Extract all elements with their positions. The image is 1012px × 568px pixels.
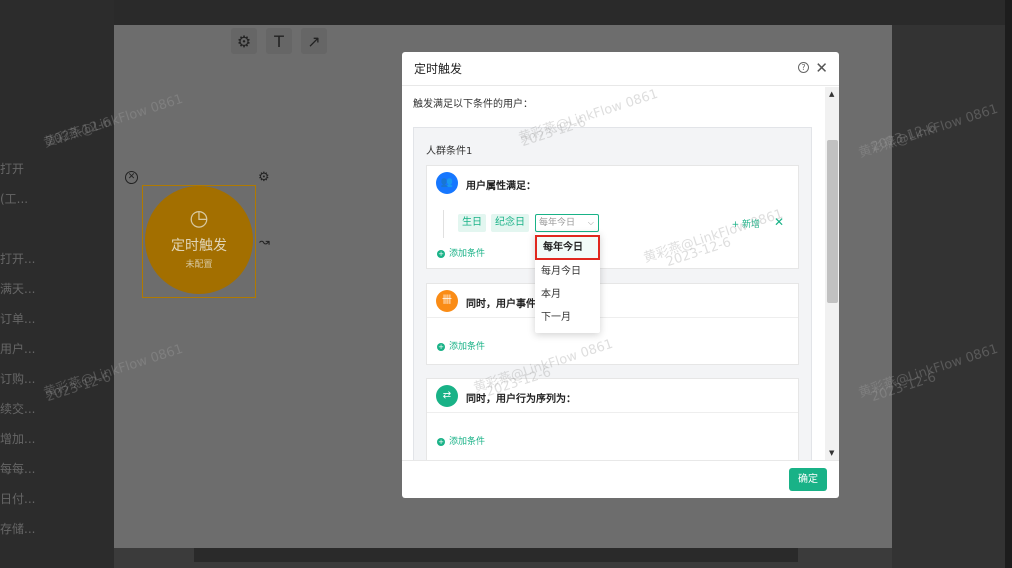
sidebar-item[interactable]: (工... [0, 190, 40, 207]
card-label: 同时，用户事件 [466, 299, 536, 310]
timer-trigger-dialog: 定时触发 ? ✕ 触发满足以下条件的用户： 人群条件1 👥 用户属性满足： 生日… [402, 52, 839, 498]
new-button[interactable]: + 新增 [732, 217, 760, 230]
add-condition-label: 添加条件 [449, 249, 486, 259]
crowd-condition-group: 人群条件1 👥 用户属性满足： 生日 纪念日 每年今日 ⌵ + 新增 ✕ + 添加… [413, 127, 812, 460]
dropdown-option-this-month[interactable]: 本月 [535, 284, 600, 306]
dialog-footer: 确定 [402, 460, 839, 498]
text-tool-icon[interactable]: T [266, 28, 292, 54]
users-icon: 👥 [436, 172, 458, 194]
add-condition-label: 添加条件 [449, 342, 486, 352]
dialog-body: 触发满足以下条件的用户： 人群条件1 👥 用户属性满足： 生日 纪念日 每年今日… [402, 87, 825, 460]
window-edge [1005, 0, 1012, 568]
arrow-tool-icon[interactable]: ↗ [301, 28, 327, 54]
plus-icon: + [731, 220, 740, 230]
sidebar-item[interactable]: 用户... [0, 340, 40, 357]
sidebar-item[interactable]: 日付... [0, 490, 40, 507]
group-title: 人群条件1 [426, 146, 473, 157]
scroll-down-icon[interactable]: ▼ [829, 449, 834, 457]
node-subtitle: 未配置 [185, 260, 213, 270]
scroll-thumb[interactable] [827, 140, 838, 303]
close-icon[interactable]: ✕ [774, 215, 784, 229]
user-attribute-card: 👥 用户属性满足： 生日 纪念日 每年今日 ⌵ + 新增 ✕ + 添加条件 [426, 165, 799, 269]
card-header: 卌 同时，用户事件 [427, 284, 798, 318]
sidebar-item[interactable]: 订购... [0, 370, 40, 387]
sidebar-item[interactable]: 订单... [0, 310, 40, 327]
dropdown-option-yearly[interactable]: 每年今日 [535, 235, 600, 260]
sidebar-item[interactable]: 续交... [0, 400, 40, 417]
close-icon[interactable]: ✕ [815, 59, 828, 77]
date-select-dropdown: 每年今日 每月今日 本月 下一月 [535, 233, 600, 333]
select-value: 每年今日 [539, 218, 576, 228]
link-icon[interactable]: ↝ [259, 235, 270, 250]
canvas-scroll-track[interactable] [194, 548, 798, 562]
add-condition-button[interactable]: + 添加条件 [437, 339, 485, 352]
dropdown-option-monthly[interactable]: 每月今日 [535, 261, 600, 283]
plus-icon: + [437, 437, 445, 446]
dialog-title: 定时触发 [414, 62, 463, 76]
event-icon: 卌 [436, 290, 458, 312]
plus-icon: + [437, 342, 445, 351]
card-label: 用户属性满足： [466, 181, 536, 192]
sidebar-item[interactable]: 打开... [0, 250, 40, 267]
timer-trigger-node[interactable]: ◷ 定时触发 未配置 [145, 186, 253, 294]
app-sidebar: 打开 (工... 打开... 满天... 订单... 用户... 订购... 续… [0, 0, 114, 568]
help-icon[interactable]: ? [798, 62, 809, 73]
intro-text: 触发满足以下条件的用户： [413, 99, 533, 110]
gear-icon[interactable]: ⚙ [258, 170, 270, 185]
scroll-up-icon[interactable]: ▲ [829, 90, 834, 98]
add-condition-button[interactable]: + 添加条件 [437, 246, 485, 259]
behavior-sequence-card: ⇄ 同时，用户行为序列为： + 添加条件 [426, 378, 799, 460]
plus-icon: + [437, 249, 445, 258]
app-top-bar: 导入 [0, 0, 1012, 25]
sidebar-item[interactable]: 满天... [0, 280, 40, 297]
condition-connector [443, 210, 444, 238]
add-condition-label: 添加条件 [449, 437, 486, 447]
sidebar-item[interactable]: 打开 [0, 160, 40, 177]
user-event-card: 卌 同时，用户事件 + 添加条件 [426, 283, 799, 365]
dialog-scrollbar[interactable]: ▲ ▼ [825, 87, 839, 460]
clock-icon: ◷ [189, 206, 209, 231]
sequence-icon: ⇄ [436, 385, 458, 407]
birthday-tag[interactable]: 生日 [458, 214, 486, 232]
confirm-button[interactable]: 确定 [789, 468, 827, 491]
date-select[interactable]: 每年今日 ⌵ [535, 214, 599, 232]
chevron-down-icon: ⌵ [587, 218, 594, 227]
app-right-panel [892, 25, 1012, 568]
sidebar-item[interactable]: 每每... [0, 460, 40, 477]
add-condition-button[interactable]: + 添加条件 [437, 434, 485, 447]
card-label: 同时，用户行为序列为： [466, 394, 576, 405]
node-title: 定时触发 [171, 238, 227, 254]
sidebar-item[interactable]: 增加... [0, 430, 40, 447]
gear-icon[interactable]: ⚙ [231, 28, 257, 54]
dropdown-option-next-month[interactable]: 下一月 [535, 307, 600, 329]
card-header: ⇄ 同时，用户行为序列为： [427, 379, 798, 413]
close-icon[interactable]: ✕ [125, 171, 138, 184]
sidebar-item[interactable]: 存储... [0, 520, 40, 537]
card-header: 👥 用户属性满足： [427, 166, 798, 200]
new-label: 新增 [741, 220, 760, 230]
dialog-header: 定时触发 ? ✕ [402, 52, 839, 86]
anniversary-tag[interactable]: 纪念日 [491, 214, 529, 232]
